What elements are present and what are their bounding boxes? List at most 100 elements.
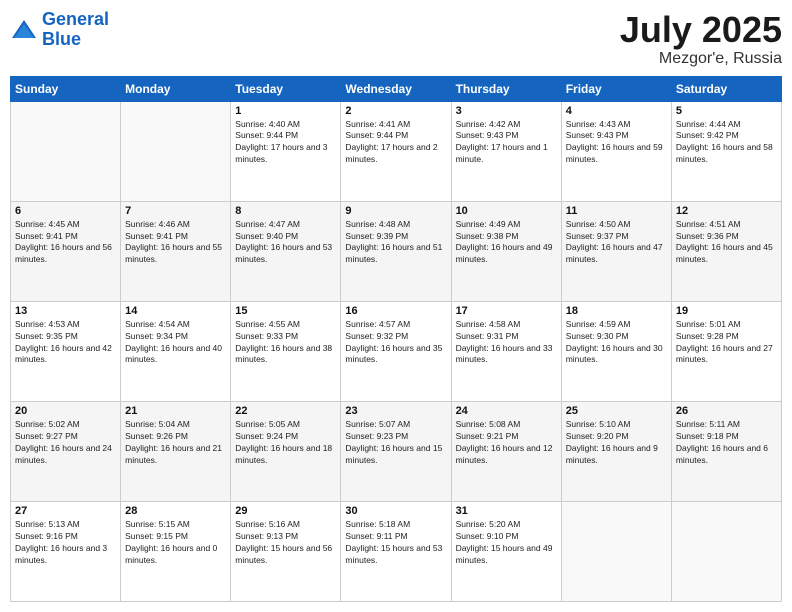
day-info: Sunrise: 5:15 AMSunset: 9:15 PMDaylight:… [125,519,226,567]
day-info: Sunrise: 5:02 AMSunset: 9:27 PMDaylight:… [15,419,116,467]
day-number: 28 [125,505,226,517]
calendar-cell: 12Sunrise: 4:51 AMSunset: 9:36 PMDayligh… [671,201,781,301]
day-info: Sunrise: 4:42 AMSunset: 9:43 PMDaylight:… [456,119,557,167]
day-number: 13 [15,305,116,317]
calendar-cell: 9Sunrise: 4:48 AMSunset: 9:39 PMDaylight… [341,201,451,301]
calendar-cell: 11 Sunrise: 4:50 AMSunset: 9:37 PMDayligh… [561,201,671,301]
day-info: Sunrise: 5:04 AMSunset: 9:26 PMDaylight:… [125,419,226,467]
day-number: 26 [676,405,777,417]
calendar-cell [121,101,231,201]
day-number: 18 [566,305,667,317]
day-number: 30 [345,505,446,517]
calendar-week-2: 6 Sunrise: 4:45 AMSunset: 9:41 PMDaylight… [11,201,782,301]
day-number: 5 [676,105,777,117]
logo-line1: General [42,9,109,29]
calendar-cell: 16 Sunrise: 4:57 AMSunset: 9:32 PMDayligh… [341,301,451,401]
day-info: Sunrise: 4:49 AMSunset: 9:38 PMDaylight:… [456,219,557,267]
calendar-header-tuesday: Tuesday [231,76,341,101]
calendar-cell: 2Sunrise: 4:41 AMSunset: 9:44 PMDaylight… [341,101,451,201]
logo-line2: Blue [42,29,81,49]
day-info: Sunrise: 5:05 AMSunset: 9:24 PMDaylight:… [235,419,336,467]
day-info: Sunrise: 5:11 AMSunset: 9:18 PMDaylight:… [676,419,777,467]
day-info: Sunrise: 4:53 AMSunset: 9:35 PMDaylight:… [15,319,116,367]
calendar-cell: 18Sunrise: 4:59 AMSunset: 9:30 PMDayligh… [561,301,671,401]
day-number: 15 [235,305,336,317]
calendar-header-sunday: Sunday [11,76,121,101]
calendar-table: SundayMondayTuesdayWednesdayThursdayFrid… [10,76,782,602]
calendar-week-1: 1 Sunrise: 4:40 AMSunset: 9:44 PMDaylight… [11,101,782,201]
calendar-header-row: SundayMondayTuesdayWednesdayThursdayFrid… [11,76,782,101]
day-number: 24 [456,405,557,417]
calendar-cell [561,501,671,601]
day-number: 10 [456,205,557,217]
header: General Blue July 2025 Mezgor'e, Russia [10,10,782,68]
calendar-cell: 22 Sunrise: 5:05 AMSunset: 9:24 PMDayligh… [231,401,341,501]
title-block: July 2025 Mezgor'e, Russia [620,10,782,68]
day-number: 19 [676,305,777,317]
day-number: 1 [235,105,336,117]
day-number: 16 [345,305,446,317]
calendar-cell: 26 Sunrise: 5:11 AMSunset: 9:18 PMDayligh… [671,401,781,501]
day-number: 21 [125,405,226,417]
day-info: Sunrise: 5:07 AMSunset: 9:23 PMDaylight:… [345,419,446,467]
calendar-cell: 15Sunrise: 4:55 AMSunset: 9:33 PMDayligh… [231,301,341,401]
calendar-cell: 10 Sunrise: 4:49 AMSunset: 9:38 PMDayligh… [451,201,561,301]
calendar-cell: 3Sunrise: 4:42 AMSunset: 9:43 PMDaylight… [451,101,561,201]
calendar-cell: 7Sunrise: 4:46 AMSunset: 9:41 PMDaylight… [121,201,231,301]
calendar-cell: 24Sunrise: 5:08 AMSunset: 9:21 PMDayligh… [451,401,561,501]
calendar-cell [671,501,781,601]
day-number: 2 [345,105,446,117]
calendar-cell: 8 Sunrise: 4:47 AMSunset: 9:40 PMDaylight… [231,201,341,301]
calendar-header-friday: Friday [561,76,671,101]
day-number: 25 [566,405,667,417]
day-info: Sunrise: 4:57 AMSunset: 9:32 PMDaylight:… [345,319,446,367]
day-number: 8 [235,205,336,217]
day-info: Sunrise: 4:48 AMSunset: 9:39 PMDaylight:… [345,219,446,267]
day-number: 14 [125,305,226,317]
day-info: Sunrise: 5:18 AMSunset: 9:11 PMDaylight:… [345,519,446,567]
logo-icon [10,16,38,44]
calendar-header-wednesday: Wednesday [341,76,451,101]
day-info: Sunrise: 4:50 AMSunset: 9:37 PMDaylight:… [566,219,667,267]
calendar-cell: 6 Sunrise: 4:45 AMSunset: 9:41 PMDaylight… [11,201,121,301]
calendar-cell: 21 Sunrise: 5:04 AMSunset: 9:26 PMDayligh… [121,401,231,501]
calendar-cell: 14 Sunrise: 4:54 AMSunset: 9:34 PMDayligh… [121,301,231,401]
day-number: 6 [15,205,116,217]
logo-text: General Blue [42,10,109,50]
logo: General Blue [10,10,109,50]
day-info: Sunrise: 4:43 AMSunset: 9:43 PMDaylight:… [566,119,667,167]
day-info: Sunrise: 4:45 AMSunset: 9:41 PMDaylight:… [15,219,116,267]
day-number: 29 [235,505,336,517]
calendar-cell: 25Sunrise: 5:10 AMSunset: 9:20 PMDayligh… [561,401,671,501]
calendar-cell: 20Sunrise: 5:02 AMSunset: 9:27 PMDayligh… [11,401,121,501]
calendar-cell: 31Sunrise: 5:20 AMSunset: 9:10 PMDayligh… [451,501,561,601]
day-number: 27 [15,505,116,517]
calendar-cell: 19Sunrise: 5:01 AMSunset: 9:28 PMDayligh… [671,301,781,401]
day-number: 22 [235,405,336,417]
calendar-cell: 30 Sunrise: 5:18 AMSunset: 9:11 PMDayligh… [341,501,451,601]
calendar-cell: 5 Sunrise: 4:44 AMSunset: 9:42 PMDaylight… [671,101,781,201]
day-info: Sunrise: 5:13 AMSunset: 9:16 PMDaylight:… [15,519,116,567]
calendar-cell: 23Sunrise: 5:07 AMSunset: 9:23 PMDayligh… [341,401,451,501]
calendar-cell: 27 Sunrise: 5:13 AMSunset: 9:16 PMDayligh… [11,501,121,601]
calendar-cell [11,101,121,201]
day-number: 17 [456,305,557,317]
subtitle: Mezgor'e, Russia [620,50,782,68]
calendar-header-monday: Monday [121,76,231,101]
day-info: Sunrise: 4:40 AMSunset: 9:44 PMDaylight:… [235,119,336,167]
day-info: Sunrise: 4:47 AMSunset: 9:40 PMDaylight:… [235,219,336,267]
calendar-cell: 29Sunrise: 5:16 AMSunset: 9:13 PMDayligh… [231,501,341,601]
calendar-week-3: 13 Sunrise: 4:53 AMSunset: 9:35 PMDayligh… [11,301,782,401]
day-number: 11 [566,205,667,217]
day-info: Sunrise: 4:51 AMSunset: 9:36 PMDaylight:… [676,219,777,267]
day-info: Sunrise: 4:46 AMSunset: 9:41 PMDaylight:… [125,219,226,267]
calendar-cell: 17 Sunrise: 4:58 AMSunset: 9:31 PMDayligh… [451,301,561,401]
calendar-header-thursday: Thursday [451,76,561,101]
calendar-header-saturday: Saturday [671,76,781,101]
day-info: Sunrise: 4:44 AMSunset: 9:42 PMDaylight:… [676,119,777,167]
day-info: Sunrise: 4:54 AMSunset: 9:34 PMDaylight:… [125,319,226,367]
day-info: Sunrise: 4:58 AMSunset: 9:31 PMDaylight:… [456,319,557,367]
calendar-cell: 28 Sunrise: 5:15 AMSunset: 9:15 PMDayligh… [121,501,231,601]
main-title: July 2025 [620,10,782,50]
page: General Blue July 2025 Mezgor'e, Russia … [0,0,792,612]
